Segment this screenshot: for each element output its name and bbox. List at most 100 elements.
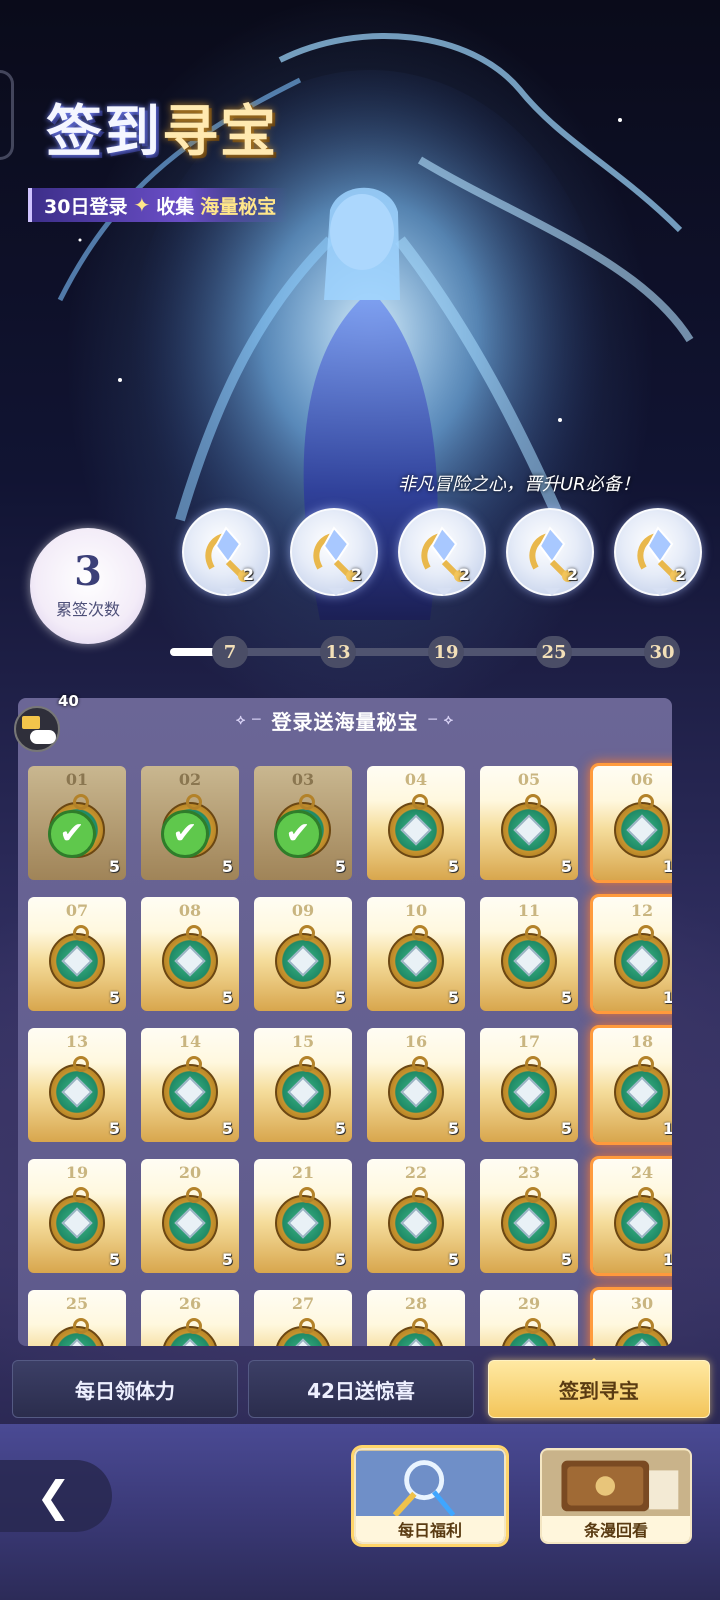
day-cell-16[interactable]: 16 5: [367, 1028, 465, 1142]
compass-coin-icon: [388, 1056, 444, 1120]
milestone-reward-19[interactable]: 2: [398, 508, 486, 596]
day-grid: 01✔502✔503✔50450550610075085095105115121…: [28, 766, 672, 1346]
day-cell-03[interactable]: 03 ✔ 5: [254, 766, 352, 880]
reward-quantity: 5: [221, 988, 233, 1007]
chat-mail-icon[interactable]: [14, 706, 60, 752]
reward-quantity: 10: [662, 857, 672, 876]
day-cell-18[interactable]: 1810: [593, 1028, 672, 1142]
day-cell-10[interactable]: 10 5: [367, 897, 465, 1011]
panel-header: ⟡ ─ 登录送海量秘宝 ─ ⟡: [18, 698, 672, 742]
day-cell-29[interactable]: 29: [480, 1290, 578, 1346]
comic-review-button[interactable]: 条漫回看: [540, 1448, 692, 1544]
milestone-day-13: 13: [320, 636, 356, 668]
day-cell-26[interactable]: 26: [141, 1290, 239, 1346]
compass-coin-icon: [501, 1187, 557, 1251]
day-number: 08: [178, 901, 202, 920]
compass-coin-icon: [275, 1187, 331, 1251]
milestone-day-19: 19: [428, 636, 464, 668]
day-cell-04[interactable]: 04 5: [367, 766, 465, 880]
checkmark-icon: ✔: [48, 810, 96, 858]
compass-coin-icon: [275, 1318, 331, 1346]
sparkle-icon: ✦: [133, 193, 151, 217]
milestone-quantity: 2: [458, 565, 470, 584]
compass-coin-icon: [388, 925, 444, 989]
day-cell-11[interactable]: 11 5: [480, 897, 578, 1011]
milestone-reward-25[interactable]: 2: [506, 508, 594, 596]
day-number: 13: [65, 1032, 89, 1051]
checkmark-icon: ✔: [161, 810, 209, 858]
day-cell-07[interactable]: 07 5: [28, 897, 126, 1011]
reward-quantity: 5: [447, 1119, 459, 1138]
day-cell-21[interactable]: 21 5: [254, 1159, 352, 1273]
compass-coin-icon: [162, 925, 218, 989]
day-cell-02[interactable]: 02 ✔ 5: [141, 766, 239, 880]
reward-quantity: 5: [334, 857, 346, 876]
day-number: 10: [404, 901, 428, 920]
day-number: 20: [178, 1163, 202, 1182]
day-cell-08[interactable]: 08 5: [141, 897, 239, 1011]
reward-quantity: 10: [662, 1119, 672, 1138]
crystal-key-icon: [637, 526, 682, 582]
panel-title: 登录送海量秘宝: [271, 709, 419, 734]
milestone-reward-7[interactable]: 2: [182, 508, 270, 596]
day-number: 14: [178, 1032, 202, 1051]
reward-quantity: 5: [221, 1250, 233, 1269]
daily-welfare-button[interactable]: 每日福利: [354, 1448, 506, 1544]
back-button[interactable]: ❮: [0, 1460, 112, 1532]
day-cell-28[interactable]: 28: [367, 1290, 465, 1346]
checkin-count-badge: 3 累签次数: [30, 528, 146, 644]
compass-coin-icon: [614, 1056, 670, 1120]
compass-coin-icon: [275, 1056, 331, 1120]
reward-quantity: 5: [447, 1250, 459, 1269]
day-cell-23[interactable]: 23 5: [480, 1159, 578, 1273]
day-number: 12: [630, 901, 654, 920]
day-cell-13[interactable]: 13 5: [28, 1028, 126, 1142]
compass-coin-icon: [275, 925, 331, 989]
checkin-treasure-page: { "header": { "title_part1": "签到", "titl…: [0, 0, 720, 1600]
day-cell-25[interactable]: 25: [28, 1290, 126, 1346]
day-cell-30[interactable]: 30: [593, 1290, 672, 1346]
day-cell-20[interactable]: 20 5: [141, 1159, 239, 1273]
crystal-key-icon: [529, 526, 574, 582]
crystal-key-icon: [205, 526, 250, 582]
checkmark-icon: ✔: [274, 810, 322, 858]
day-number: 26: [178, 1294, 202, 1313]
day-cell-14[interactable]: 14 5: [141, 1028, 239, 1142]
event-tabs: 每日领体力 42日送惊喜 签到寻宝: [0, 1360, 720, 1422]
reward-quantity: 5: [108, 857, 120, 876]
day-cell-01[interactable]: 01 ✔ 5: [28, 766, 126, 880]
day-cell-22[interactable]: 22 5: [367, 1159, 465, 1273]
checkin-calendar-panel: ⟡ ─ 登录送海量秘宝 ─ ⟡ 01 ✔ 5 02 ✔ 5 03 ✔ 5 04 5 05 5 06 10 07…: [18, 698, 672, 1346]
reward-quantity: 5: [560, 1250, 572, 1269]
day-cell-17[interactable]: 17 5: [480, 1028, 578, 1142]
milestone-reward-30[interactable]: 2: [614, 508, 702, 596]
day-number: 28: [404, 1294, 428, 1313]
reward-quantity: 5: [334, 1250, 346, 1269]
day-number: 05: [517, 770, 541, 789]
tab-checkin-treasure[interactable]: 签到寻宝: [488, 1360, 710, 1418]
day-cell-09[interactable]: 09 5: [254, 897, 352, 1011]
compass-coin-icon: [614, 1187, 670, 1251]
milestone-quantity: 2: [674, 565, 686, 584]
day-cell-24[interactable]: 24 10: [593, 1159, 672, 1273]
day-number: 29: [517, 1294, 541, 1313]
side-tab-handle[interactable]: [0, 70, 14, 160]
back-arrow-icon: ❮: [36, 1471, 72, 1521]
day-cell-05[interactable]: 05 5: [480, 766, 578, 880]
day-cell-19[interactable]: 19 5: [28, 1159, 126, 1273]
day-cell-15[interactable]: 15 5: [254, 1028, 352, 1142]
tab-daily-stamina[interactable]: 每日领体力: [12, 1360, 238, 1418]
tab-42-day-surprise[interactable]: 42日送惊喜: [248, 1360, 474, 1418]
compass-coin-icon: [49, 925, 105, 989]
reward-quantity: 5: [560, 857, 572, 876]
day-number: 19: [65, 1163, 89, 1182]
day-cell-06[interactable]: 06 10: [593, 766, 672, 880]
day-number: 11: [517, 901, 541, 920]
day-number: 21: [291, 1163, 315, 1182]
day-number: 15: [291, 1032, 315, 1051]
day-number: 25: [65, 1294, 89, 1313]
day-cell-27[interactable]: 27: [254, 1290, 352, 1346]
milestone-reward-13[interactable]: 2: [290, 508, 378, 596]
day-cell-12[interactable]: 12 10: [593, 897, 672, 1011]
reward-quantity: 10: [662, 988, 672, 1007]
